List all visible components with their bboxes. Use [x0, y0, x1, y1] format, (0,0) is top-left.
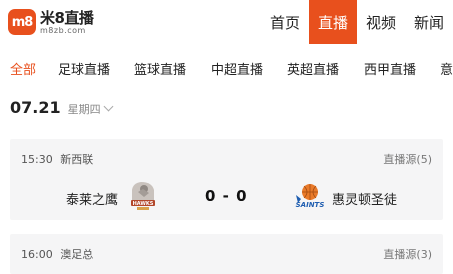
- tab-laliga[interactable]: 西甲直播: [364, 56, 416, 86]
- tab-seriea[interactable]: 意: [440, 56, 453, 86]
- nav-video[interactable]: 视频: [357, 0, 405, 44]
- home-logo-text: HAWKS: [133, 201, 154, 207]
- match-time: 15:30: [21, 153, 53, 166]
- away-logo-text: SAINTS: [296, 201, 325, 209]
- nav-live[interactable]: 直播: [308, 0, 357, 44]
- away-team-logo: SAINTS: [293, 181, 325, 211]
- tab-all[interactable]: 全部: [10, 56, 36, 86]
- logo-badge: m8: [8, 9, 36, 35]
- tab-basketball[interactable]: 篮球直播: [134, 56, 186, 86]
- date-selector[interactable]: 07.21 星期四: [10, 98, 114, 122]
- match-time-league: 15:30 新西联: [21, 151, 97, 167]
- match-time: 16:00: [21, 248, 53, 261]
- logo-text: 米8直播 m8zb.com: [40, 8, 94, 35]
- site-logo[interactable]: m8 米8直播 m8zb.com: [8, 6, 94, 38]
- tab-football[interactable]: 足球直播: [58, 56, 110, 86]
- stream-source-link[interactable]: 直播源(3): [383, 246, 432, 262]
- stream-source-link[interactable]: 直播源(5): [383, 151, 432, 167]
- top-header: m8 米8直播 m8zb.com 首页 直播 视频 新闻: [0, 0, 453, 44]
- match-league: 新西联: [60, 153, 94, 166]
- match-score: 0 - 0: [205, 187, 248, 205]
- main-nav: 首页 直播 视频 新闻: [261, 0, 453, 44]
- home-team-logo: HAWKS: [127, 180, 159, 212]
- nav-news[interactable]: 新闻: [405, 0, 453, 44]
- chevron-down-icon: [103, 101, 114, 112]
- match-league: 澳足总: [60, 248, 94, 261]
- category-tabs: 全部 足球直播 篮球直播 中超直播 英超直播 西甲直播 意: [0, 56, 453, 86]
- weekday-label: 星期四: [67, 103, 101, 116]
- match-time-league: 16:00 澳足总: [21, 246, 97, 262]
- tab-epl[interactable]: 英超直播: [287, 56, 339, 86]
- tab-csl[interactable]: 中超直播: [211, 56, 263, 86]
- home-team-name: 泰莱之鹰: [66, 193, 119, 208]
- nav-home[interactable]: 首页: [261, 0, 309, 44]
- match-card[interactable]: 15:30 新西联 直播源(5) 泰莱之鹰 HAWKS 0 - 0 SAINTS…: [10, 139, 443, 220]
- logo-domain: m8zb.com: [40, 25, 86, 35]
- date-label: 07.21: [10, 98, 61, 117]
- match-card[interactable]: 16:00 澳足总 直播源(3): [10, 234, 443, 274]
- logo-name: 米8直播: [40, 8, 94, 27]
- away-team-name: 惠灵顿圣徒: [332, 193, 398, 208]
